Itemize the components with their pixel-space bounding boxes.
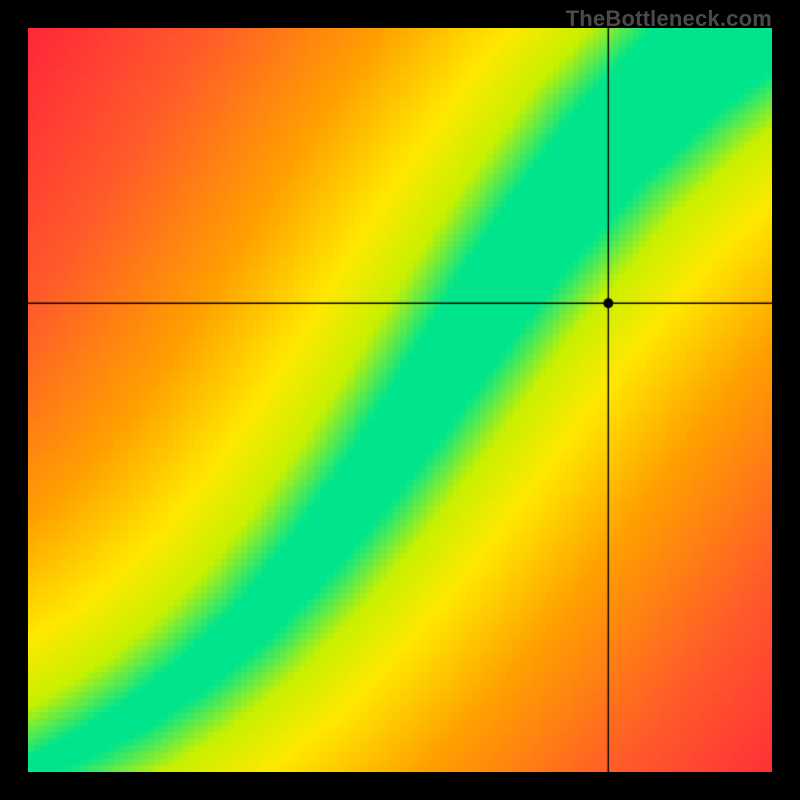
chart-frame: TheBottleneck.com — [0, 0, 800, 800]
crosshair-overlay — [28, 28, 772, 772]
watermark-text: TheBottleneck.com — [566, 6, 772, 32]
